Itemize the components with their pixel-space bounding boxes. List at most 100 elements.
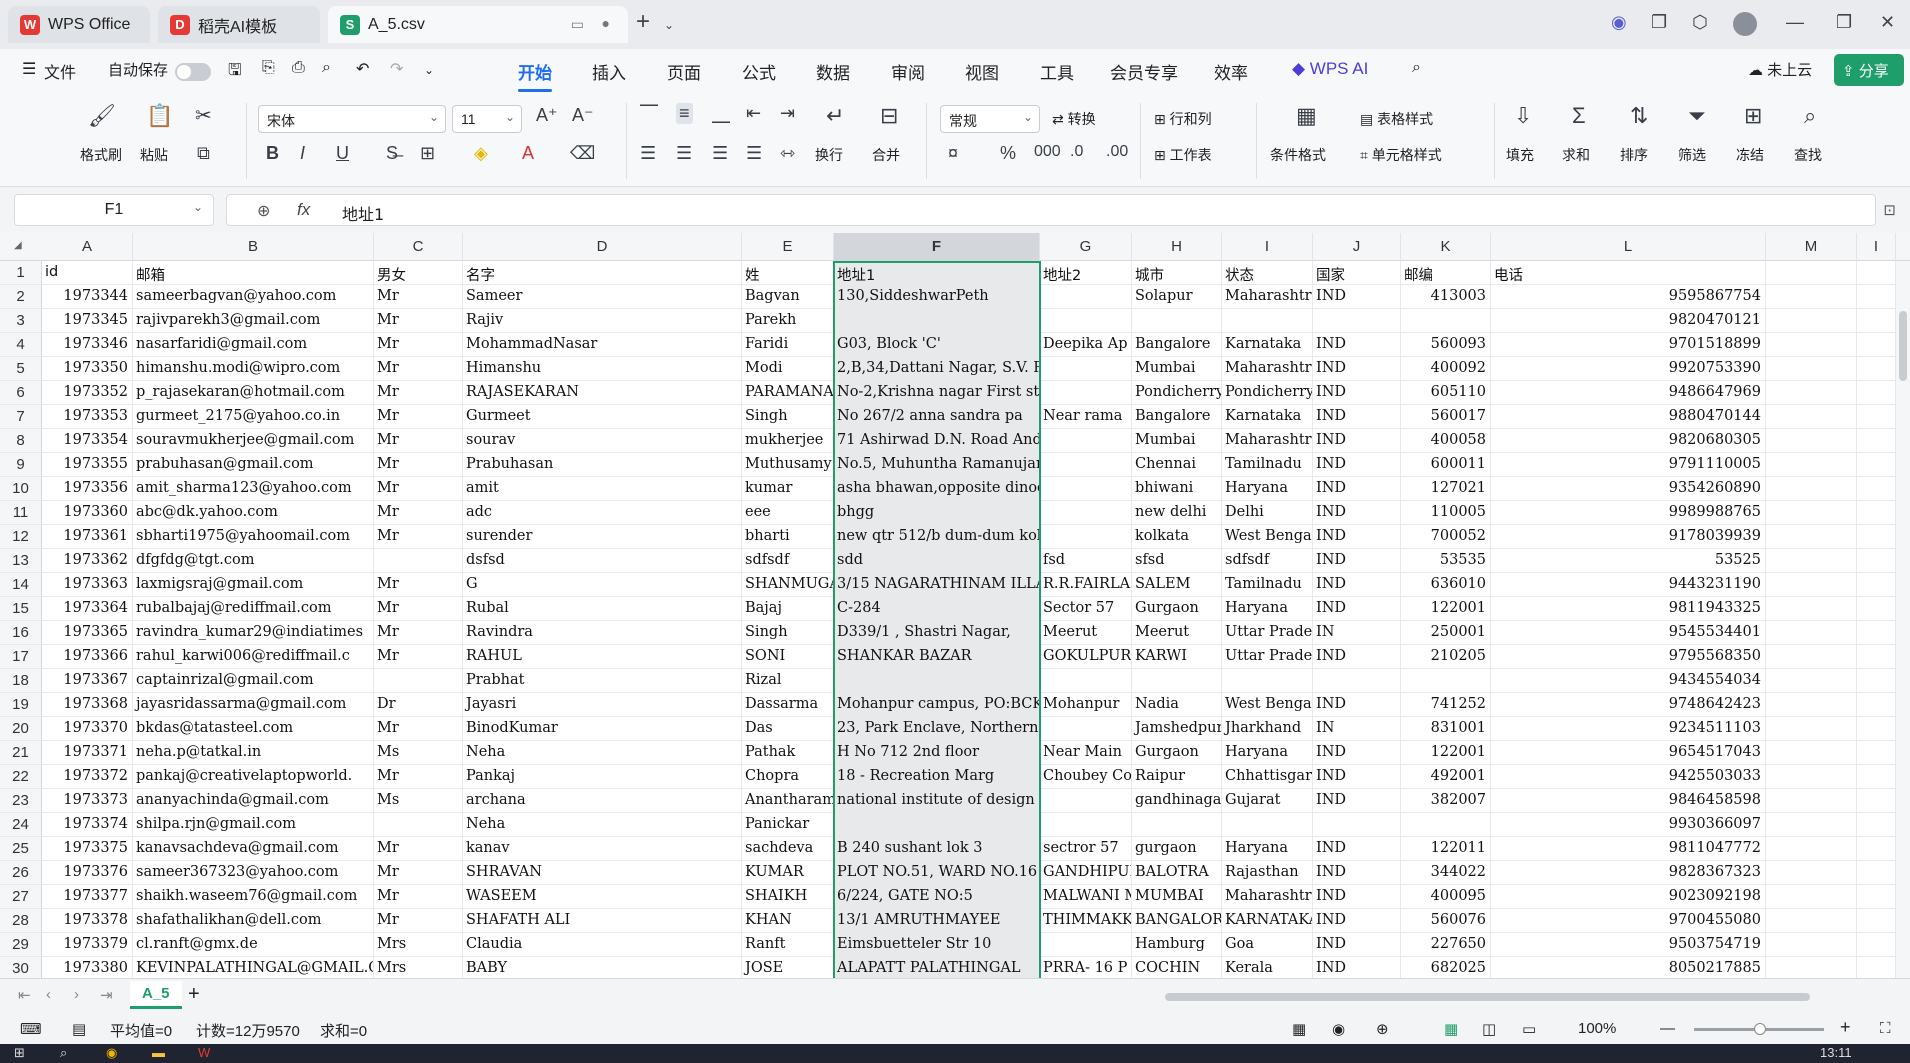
row-header[interactable]: 8	[0, 429, 42, 453]
merge-button[interactable]: 合并	[872, 145, 900, 165]
table-cell[interactable]: prabuhasan@gmail.com	[133, 453, 374, 477]
table-cell[interactable]: Neha	[463, 741, 742, 765]
table-cell[interactable]	[834, 309, 1040, 333]
table-cell[interactable]: sdd	[834, 549, 1040, 573]
row-header[interactable]: 20	[0, 717, 42, 741]
eraser-icon[interactable]: ⌫	[570, 143, 595, 164]
table-cell[interactable]: Jayasri	[463, 693, 742, 717]
table-cell[interactable]	[1766, 621, 1857, 645]
table-cell[interactable]: 130,SiddeshwarPeth	[834, 285, 1040, 309]
table-cell[interactable]: 9828367323	[1491, 861, 1766, 885]
table-cell[interactable]	[1766, 357, 1857, 381]
table-cell[interactable]: Claudia	[463, 933, 742, 957]
table-cell[interactable]	[1857, 765, 1896, 789]
normal-view-icon[interactable]: ▦	[1444, 1020, 1458, 1038]
table-cell[interactable]: bharti	[742, 525, 834, 549]
table-cell[interactable]: 122001	[1401, 741, 1491, 765]
table-cell[interactable]: Tamilnadu	[1222, 453, 1313, 477]
column-header-m[interactable]: M	[1766, 233, 1857, 261]
table-cell[interactable]: 1973368	[42, 693, 133, 717]
row-header[interactable]: 15	[0, 597, 42, 621]
table-cell[interactable]	[1857, 645, 1896, 669]
table-cell[interactable]: Maharashtra	[1222, 285, 1313, 309]
table-cell[interactable]: 9811047772	[1491, 837, 1766, 861]
row-header[interactable]: 29	[0, 933, 42, 957]
table-cell[interactable]: IND	[1313, 381, 1401, 405]
tab-data[interactable]: 数据	[816, 59, 850, 84]
table-cell[interactable]	[1766, 453, 1857, 477]
table-cell[interactable]: Rubal	[463, 597, 742, 621]
table-cell[interactable]: Choubey Co	[1040, 765, 1132, 789]
table-cell[interactable]: 13/1 AMRUTHMAYEE	[834, 909, 1040, 933]
header-cell[interactable]: 城市	[1132, 261, 1222, 285]
table-cell[interactable]: 250001	[1401, 621, 1491, 645]
table-cell[interactable]: Hamburg	[1132, 933, 1222, 957]
table-cell[interactable]: Jharkhand	[1222, 717, 1313, 741]
tab-list-chevron-icon[interactable]: ⌄	[664, 18, 674, 32]
table-cell[interactable]: WASEEM	[463, 885, 742, 909]
decrease-decimal-icon[interactable]: .00	[1106, 143, 1128, 161]
table-cell[interactable]: fsd	[1040, 549, 1132, 573]
table-cell[interactable]: kanavsachdeva@gmail.com	[133, 837, 374, 861]
table-cell[interactable]: 605110	[1401, 381, 1491, 405]
table-cell[interactable]: archana	[463, 789, 742, 813]
table-cell[interactable]: 1973361	[42, 525, 133, 549]
table-cell[interactable]	[1857, 885, 1896, 909]
table-cell[interactable]: No.5, Muhuntha Ramanujam St., Mad	[834, 453, 1040, 477]
table-cell[interactable]: gurgaon	[1132, 837, 1222, 861]
tab-docer[interactable]: D 稻壳AI模板	[158, 6, 320, 43]
table-cell[interactable]: kolkata	[1132, 525, 1222, 549]
table-cell[interactable]: Tamilnadu	[1222, 573, 1313, 597]
table-cell[interactable]	[1313, 309, 1401, 333]
table-cell[interactable]: No-2,Krishna nagar First street,V	[834, 381, 1040, 405]
table-cell[interactable]	[1857, 285, 1896, 309]
table-cell[interactable]: Himanshu	[463, 357, 742, 381]
table-cell[interactable]: 741252	[1401, 693, 1491, 717]
table-cell[interactable]: 9545534401	[1491, 621, 1766, 645]
table-cell[interactable]: IND	[1313, 861, 1401, 885]
table-cell[interactable]	[1313, 813, 1401, 837]
table-cell[interactable]: KHAN	[742, 909, 834, 933]
table-cell[interactable]: 53525	[1491, 549, 1766, 573]
table-cell[interactable]	[1766, 333, 1857, 357]
table-cell[interactable]: Mr	[374, 909, 463, 933]
table-cell[interactable]: 9434554034	[1491, 669, 1766, 693]
taskbar-search-icon[interactable]: ⌕	[60, 1045, 67, 1061]
quick-access-chevron-icon[interactable]: ⌄	[424, 63, 434, 77]
table-cell[interactable]: 1973378	[42, 909, 133, 933]
table-cell[interactable]: himanshu.modi@wipro.com	[133, 357, 374, 381]
table-cell[interactable]: 400092	[1401, 357, 1491, 381]
close-icon[interactable]: ✕	[1880, 12, 1895, 33]
table-cell[interactable]: 1973346	[42, 333, 133, 357]
table-cell[interactable]: IND	[1313, 501, 1401, 525]
table-cell[interactable]: IND	[1313, 741, 1401, 765]
table-cell[interactable]	[1857, 405, 1896, 429]
table-cell[interactable]	[1857, 429, 1896, 453]
table-cell[interactable]	[1766, 933, 1857, 957]
table-cell[interactable]	[374, 549, 463, 573]
table-cell[interactable]: kanav	[463, 837, 742, 861]
strikethrough-icon[interactable]: S̶	[386, 143, 398, 164]
table-cell[interactable]	[1766, 309, 1857, 333]
table-cell[interactable]: Prabhat	[463, 669, 742, 693]
table-cell[interactable]: Gurgaon	[1132, 597, 1222, 621]
table-cell[interactable]: KARWI	[1132, 645, 1222, 669]
table-cell[interactable]	[1040, 789, 1132, 813]
table-cell[interactable]	[1857, 477, 1896, 501]
table-cell[interactable]: Mumbai	[1132, 429, 1222, 453]
rows-cols-button[interactable]: ⊞ 行和列	[1154, 109, 1212, 129]
table-cell[interactable]	[1766, 525, 1857, 549]
table-cell[interactable]: Ravindra	[463, 621, 742, 645]
table-cell[interactable]: 1973352	[42, 381, 133, 405]
table-cell[interactable]	[1857, 309, 1896, 333]
table-cell[interactable]: eee	[742, 501, 834, 525]
table-cell[interactable]: 413003	[1401, 285, 1491, 309]
table-cell[interactable]: IND	[1313, 765, 1401, 789]
table-cell[interactable]: IND	[1313, 693, 1401, 717]
table-cell[interactable]: 9811943325	[1491, 597, 1766, 621]
thousands-icon[interactable]: 000	[1034, 143, 1061, 161]
table-cell[interactable]: SHAFATH ALI	[463, 909, 742, 933]
table-cell[interactable]: 1973363	[42, 573, 133, 597]
table-cell[interactable]	[374, 813, 463, 837]
column-header-j[interactable]: J	[1313, 233, 1401, 261]
